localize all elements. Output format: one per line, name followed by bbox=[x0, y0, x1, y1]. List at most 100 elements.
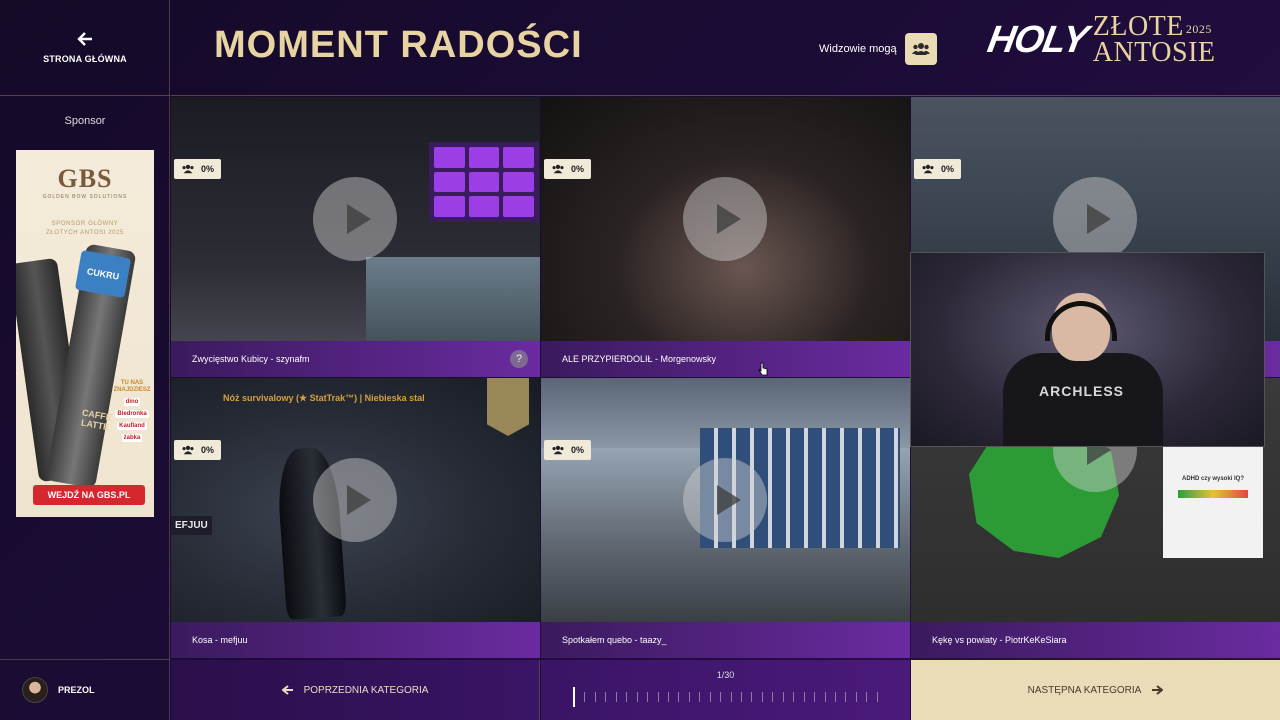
ad-stores-header: TU NAS ZNAJDZIESZ bbox=[113, 380, 151, 393]
vote-percent-badge: 0% bbox=[544, 440, 592, 460]
progress-ticks[interactable] bbox=[573, 687, 878, 707]
clip-title: Zwycięstwo Kubicy - szynafm bbox=[171, 341, 540, 377]
ad-logo: GBS GOLDEN BOW SOLUTIONS bbox=[16, 164, 154, 200]
progress-tick[interactable] bbox=[647, 692, 649, 702]
progress-tick[interactable] bbox=[730, 692, 732, 702]
users-icon bbox=[911, 43, 930, 55]
ad-cta-button[interactable]: WEJDŹ NA GBS.PL bbox=[33, 485, 145, 505]
clip-thumbnail bbox=[541, 378, 910, 622]
brand-line2: ANTOSIE bbox=[1092, 37, 1216, 68]
progress-tick[interactable] bbox=[834, 692, 836, 702]
progress-tick[interactable] bbox=[866, 692, 868, 702]
home-button[interactable]: STRONA GŁÓWNA bbox=[0, 0, 170, 96]
side-label: EFJUU bbox=[171, 516, 212, 535]
progress-tick[interactable] bbox=[667, 692, 669, 702]
progress-tick[interactable] bbox=[751, 692, 753, 702]
clip-thumbnail bbox=[541, 97, 910, 341]
store-logo: żabka bbox=[121, 434, 143, 442]
streamer-body bbox=[1003, 353, 1163, 446]
progress-tick[interactable] bbox=[824, 692, 826, 702]
store-logo: Kaufland bbox=[117, 422, 147, 430]
thumbnail-panel bbox=[429, 142, 539, 222]
clip-tile[interactable]: 0% Zwycięstwo Kubicy - szynafm ? bbox=[171, 97, 540, 378]
play-icon[interactable] bbox=[683, 177, 767, 261]
prev-category-button[interactable]: POPRZEDNIA KATEGORIA bbox=[171, 660, 540, 720]
play-icon[interactable] bbox=[683, 458, 767, 542]
user-name: PREZOL bbox=[58, 685, 95, 695]
users-icon bbox=[182, 445, 194, 455]
clip-title: ALE PRZYPIERDOLIŁ - Morgenowsky bbox=[541, 341, 910, 377]
next-category-label: NASTĘPNA KATEGORIA bbox=[1027, 684, 1142, 696]
play-icon[interactable] bbox=[313, 458, 397, 542]
overlay-text: Nóż survivalowy (★ StatTrak™) | Niebiesk… bbox=[223, 393, 425, 403]
viewers-control: Widzowie mogą bbox=[819, 33, 937, 65]
progress-tick[interactable] bbox=[761, 692, 763, 702]
brand-holy: HOLY bbox=[984, 18, 1091, 61]
store-logo: Biedronka bbox=[115, 410, 149, 418]
vote-percent-badge: 0% bbox=[544, 159, 592, 179]
help-icon[interactable]: ? bbox=[510, 350, 528, 368]
app-root: STRONA GŁÓWNA Sponsor GBS GOLDEN BOW SOL… bbox=[0, 0, 1280, 720]
play-icon[interactable] bbox=[1053, 177, 1137, 261]
vote-percent-badge: 0% bbox=[174, 440, 222, 460]
category-progress: 1/30 bbox=[541, 660, 910, 720]
shirt-text: ARCHLESS bbox=[1039, 383, 1125, 399]
rank-badge-icon bbox=[487, 378, 529, 436]
users-icon bbox=[182, 164, 194, 174]
progress-tick[interactable] bbox=[678, 692, 680, 702]
brand-year: 2025 bbox=[1185, 22, 1212, 36]
clip-tile[interactable]: 0% ALE PRZYPIERDOLIŁ - Morgenowsky bbox=[541, 97, 910, 378]
ad-stores: TU NAS ZNAJDZIESZ dino Biedronka Kauflan… bbox=[113, 380, 151, 442]
progress-tick[interactable] bbox=[855, 692, 857, 702]
ad-tagline: SPONSOR GŁÓWNY ZŁOTYCH ANTOSI 2025 bbox=[16, 220, 154, 238]
ad-tagline-line1: SPONSOR GŁÓWNY bbox=[51, 221, 119, 227]
clip-title: Kękę vs powiaty - PiotrKeKeSiara bbox=[911, 622, 1280, 658]
prev-category-label: POPRZEDNIA KATEGORIA bbox=[303, 684, 429, 696]
clip-thumbnail: Nóż survivalowy (★ StatTrak™) | Niebiesk… bbox=[171, 378, 540, 622]
users-icon bbox=[922, 164, 934, 174]
progress-tick[interactable] bbox=[709, 692, 711, 702]
streamer-webcam: ARCHLESS bbox=[910, 252, 1265, 447]
progress-tick[interactable] bbox=[626, 692, 628, 702]
thumbnail-video bbox=[366, 257, 540, 341]
progress-tick[interactable] bbox=[584, 692, 586, 702]
progress-tick[interactable] bbox=[605, 692, 607, 702]
quiz-meter bbox=[1178, 490, 1248, 498]
arrow-left-icon bbox=[77, 31, 92, 46]
progress-tick[interactable] bbox=[594, 692, 596, 702]
progress-tick[interactable] bbox=[657, 692, 659, 702]
sponsor-ad[interactable]: GBS GOLDEN BOW SOLUTIONS SPONSOR GŁÓWNY … bbox=[16, 150, 154, 517]
user-profile[interactable]: PREZOL bbox=[0, 659, 170, 720]
progress-tick[interactable] bbox=[876, 692, 878, 702]
arrow-left-icon bbox=[281, 685, 293, 695]
clip-title: Spotkałem quebo - taazy_ bbox=[541, 622, 910, 658]
progress-tick[interactable] bbox=[615, 692, 617, 702]
users-icon bbox=[552, 164, 564, 174]
vote-percent: 0% bbox=[571, 164, 585, 174]
play-icon[interactable] bbox=[313, 177, 397, 261]
progress-tick[interactable] bbox=[772, 692, 774, 702]
progress-tick[interactable] bbox=[699, 692, 701, 702]
quiz-panel-text: ADHD czy wysoki IQ? bbox=[1181, 476, 1244, 482]
progress-tick[interactable] bbox=[688, 692, 690, 702]
clip-tile[interactable]: Nóż survivalowy (★ StatTrak™) | Niebiesk… bbox=[171, 378, 540, 659]
progress-tick[interactable] bbox=[782, 692, 784, 702]
viewers-button[interactable] bbox=[904, 33, 937, 65]
progress-tick[interactable] bbox=[814, 692, 816, 702]
progress-tick[interactable] bbox=[803, 692, 805, 702]
vote-percent: 0% bbox=[201, 445, 215, 455]
bottom-bar: POPRZEDNIA KATEGORIA 1/30 NASTĘPNA KATEG… bbox=[171, 660, 1280, 720]
progress-tick[interactable] bbox=[636, 692, 638, 702]
ad-brand-sub: GOLDEN BOW SOLUTIONS bbox=[42, 194, 128, 200]
top-bar: MOMENT RADOŚCI Widzowie mogą HOLY ZŁOTE bbox=[171, 0, 1280, 96]
next-category-button[interactable]: NASTĘPNA KATEGORIA bbox=[911, 660, 1280, 720]
progress-tick[interactable] bbox=[793, 692, 795, 702]
progress-tick[interactable] bbox=[720, 692, 722, 702]
clip-tile[interactable]: 0% Spotkałem quebo - taazy_ bbox=[541, 378, 910, 659]
progress-tick[interactable] bbox=[573, 687, 575, 707]
ad-can-label-top: CUKRU bbox=[74, 249, 132, 299]
progress-tick[interactable] bbox=[845, 692, 847, 702]
vote-percent: 0% bbox=[571, 445, 585, 455]
store-logo: dino bbox=[123, 398, 141, 406]
progress-tick[interactable] bbox=[741, 692, 742, 702]
